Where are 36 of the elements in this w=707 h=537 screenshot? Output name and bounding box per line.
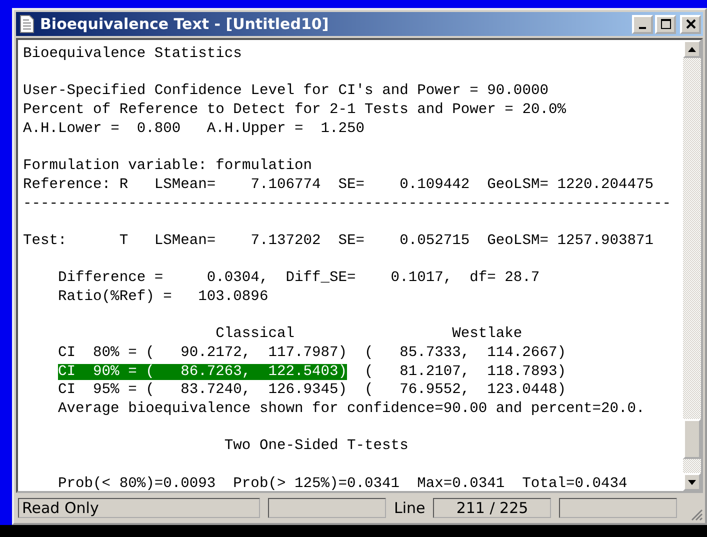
output-text: CI 80% = ( 90.2172, 117.7987) ( 85.7333, 114.2667) xyxy=(58,345,566,361)
close-button[interactable] xyxy=(680,14,701,34)
vertical-scrollbar[interactable] xyxy=(683,40,701,491)
output-text: Difference = 0.0304, Diff_SE= 0.1017, df= 28.7 xyxy=(58,270,540,286)
status-mode: Read Only xyxy=(18,498,260,518)
document-icon xyxy=(20,15,34,33)
maximize-icon xyxy=(660,19,670,29)
output-text: CI 95% = ( 83.7240, 126.9345) ( 76.9552, 123.0448) xyxy=(58,382,566,398)
output-text: User-Specified Confidence Level for CI's and Power = 90.0000 xyxy=(23,83,548,100)
line-label: Line xyxy=(394,499,426,517)
output-text: Classical Westlake xyxy=(214,326,522,342)
close-icon xyxy=(686,19,696,29)
line-number: 211 / 225 xyxy=(433,498,552,518)
output-text: A.H.Lower = 0.800 A.H.Upper = 1.250 xyxy=(23,120,365,137)
output-text: Bioequivalence Statistics xyxy=(23,46,242,62)
output-text: Reference: R LSMean= 7.106774 SE= 0.109442 GeoLSM= 1220.204475 xyxy=(23,176,654,193)
output-text: Formulation variable: formulation xyxy=(23,158,312,174)
resize-grip-icon[interactable] xyxy=(691,509,703,521)
scroll-up-button[interactable] xyxy=(683,40,701,58)
minimize-icon xyxy=(639,27,646,29)
scrollbar-thumb[interactable] xyxy=(683,419,701,459)
scroll-down-button[interactable] xyxy=(683,473,701,491)
output-text: Test: T LSMean= 7.137202 SE= 0.052715 GeoLSM= 1257.903871 xyxy=(23,232,654,249)
output-text: ( 81.2107, 118.7893) xyxy=(364,364,566,380)
output-text: Prob(< 80%)=0.0093 Prob(> 125%)=0.0341 Max=0.0341 Total=0.0434 xyxy=(58,476,628,491)
window-title: Bioequivalence Text - [Untitled10] xyxy=(40,15,330,33)
up-arrow-icon xyxy=(688,46,696,52)
minimize-button[interactable] xyxy=(632,14,653,34)
output-text: Ratio(%Ref) = 103.0896 xyxy=(58,288,268,305)
maximize-button[interactable] xyxy=(655,14,676,34)
output-text: -------------------------------------------------------------------------- xyxy=(23,196,672,212)
output-text: Average bioequivalence shown for confidence=90.00 and percent=20.0. xyxy=(58,401,645,418)
down-arrow-icon xyxy=(688,480,696,484)
highlighted-text: CI 90% = ( 86.7263, 122.5403) xyxy=(58,364,348,380)
output-text: Percent of Reference to Detect for 2-1 Tests and Power = 20.0% xyxy=(23,102,566,118)
output-text: Two One-Sided T-tests xyxy=(223,438,408,454)
